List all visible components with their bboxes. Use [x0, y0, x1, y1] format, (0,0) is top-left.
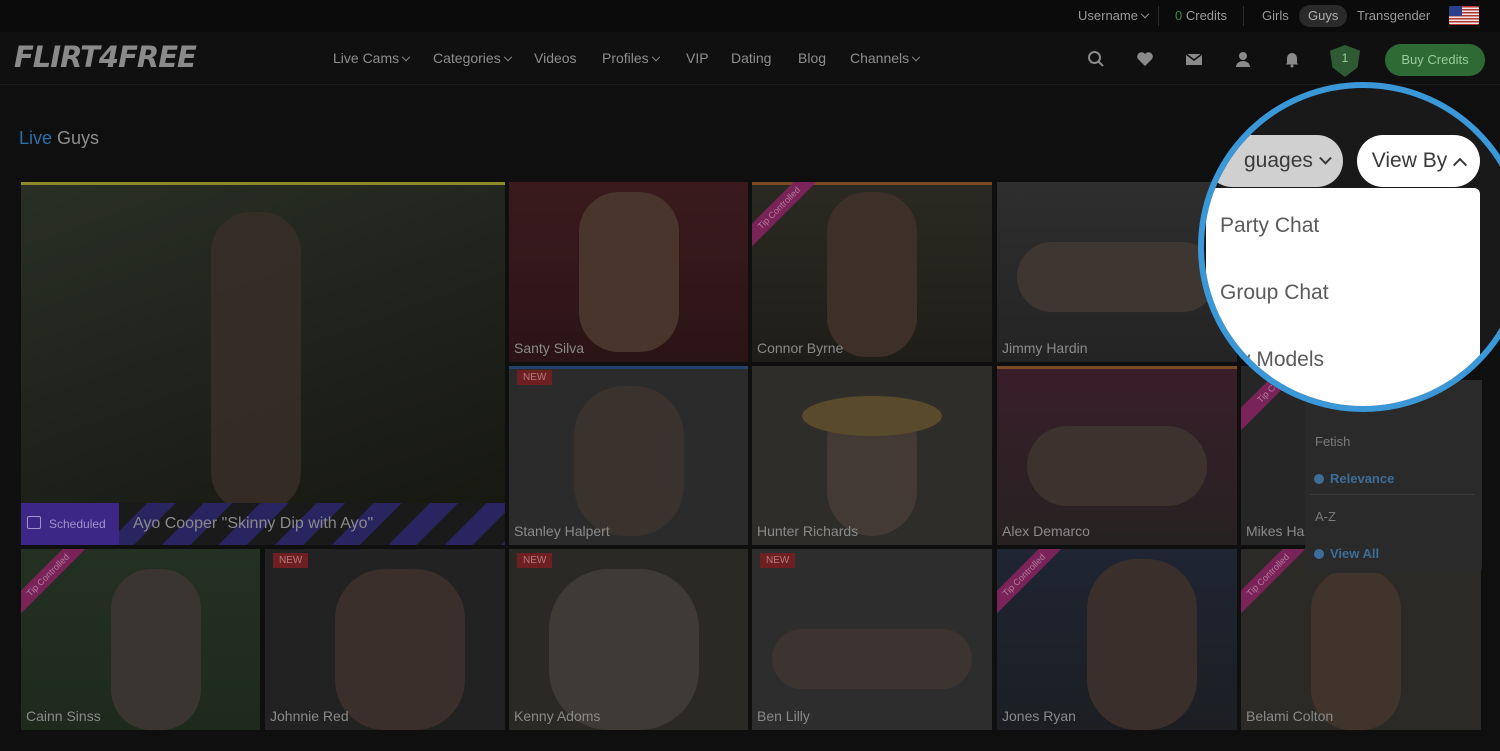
scheduled-badge: Scheduled [21, 503, 119, 545]
filter-girls[interactable]: Girls [1262, 0, 1289, 32]
level-shield-icon[interactable]: 1 [1330, 45, 1360, 77]
dropdown-view-all[interactable]: View All [1314, 546, 1379, 561]
chevron-down-icon [1140, 9, 1150, 19]
tip-controlled-ribbon: Tip Controlled [997, 549, 1069, 620]
chevron-down-icon [911, 52, 921, 62]
calendar-icon [27, 516, 41, 529]
model-name: Jones Ryan [1002, 708, 1076, 724]
nav-blog[interactable]: Blog [798, 32, 826, 84]
notification-count: 1 [1341, 51, 1349, 65]
model-name: Mikes Ha [1246, 523, 1305, 539]
model-tile[interactable]: Tip Controlled Cainn Sinss [21, 549, 260, 730]
menu-group-chat[interactable]: Group Chat [1220, 281, 1329, 305]
model-name: Connor Byrne [757, 340, 844, 356]
menu-party-chat[interactable]: Party Chat [1220, 214, 1319, 238]
tip-controlled-ribbon: Tip Controlled [752, 182, 824, 253]
nav-categories-label: Categories [433, 50, 501, 66]
main-nav: FLIRT4FREE Live Cams Categories Videos P… [0, 32, 1500, 85]
divider [1243, 6, 1244, 26]
top-bar: Username 0 Credits Girls Guys Transgende… [0, 0, 1500, 32]
heart-icon[interactable] [1136, 50, 1154, 68]
model-name: Alex Demarco [1002, 523, 1090, 539]
us-flag-icon[interactable] [1449, 6, 1479, 25]
page-title: Live Guys [19, 128, 99, 149]
model-name: Cainn Sinss [26, 708, 101, 724]
divider [1310, 494, 1475, 495]
model-tile[interactable]: Santy Silva [509, 182, 748, 362]
model-tile[interactable]: Tip Controlled Jones Ryan [997, 549, 1237, 730]
dropdown-relevance-label: Relevance [1330, 471, 1395, 486]
search-icon[interactable] [1087, 50, 1105, 68]
view-by-label: View By [1371, 149, 1448, 172]
nav-videos[interactable]: Videos [534, 32, 577, 84]
chevron-down-icon [401, 52, 411, 62]
scheduled-label: Scheduled [49, 517, 106, 531]
menu-models[interactable]: y Models [1240, 348, 1324, 372]
model-tile[interactable]: Tip Controlled Belami Colton [1241, 549, 1481, 730]
languages-button[interactable]: guages [1206, 135, 1343, 187]
dropdown-category-az: A-Z [1315, 509, 1336, 524]
filter-guys[interactable]: Guys [1299, 5, 1348, 27]
credits-count: 0 [1175, 8, 1183, 23]
new-badge: NEW [273, 553, 309, 568]
model-tile[interactable]: NEW Johnnie Red [265, 549, 505, 730]
model-tile[interactable]: NEW Stanley Halpert [509, 366, 748, 545]
view-by-button[interactable]: View By [1357, 135, 1480, 187]
nav-channels-label: Channels [850, 50, 910, 66]
new-badge: NEW [517, 553, 553, 568]
model-name: Belami Colton [1246, 708, 1334, 724]
model-name: Santy Silva [514, 340, 585, 356]
magnifier-callout: guages View By Party Chat Group Chat y M… [1198, 82, 1500, 412]
chevron-up-icon [1453, 157, 1468, 172]
dropdown-view-all-label: View All [1330, 546, 1380, 561]
model-tile[interactable]: Hunter Richards [752, 366, 992, 545]
filter-transgender[interactable]: Transgender [1357, 0, 1430, 32]
new-badge: NEW [517, 370, 553, 385]
username-label: Username [1078, 8, 1138, 23]
credits-link[interactable]: 0 Credits [1175, 0, 1227, 32]
model-tile[interactable]: Tip Controlled Connor Byrne [752, 182, 992, 362]
model-name: Stanley Halpert [514, 523, 610, 539]
featured-title-bar[interactable]: Ayo Cooper "Skinny Dip with Ayo" [119, 503, 505, 545]
languages-label: guages [1244, 149, 1313, 172]
nav-categories[interactable]: Categories [433, 32, 512, 84]
nav-dating[interactable]: Dating [731, 32, 771, 84]
chevron-down-icon [1319, 151, 1332, 165]
page-title-rest: Guys [57, 128, 100, 148]
nav-vip[interactable]: VIP [686, 32, 709, 84]
nav-profiles-label: Profiles [602, 50, 649, 66]
nav-channels[interactable]: Channels [850, 32, 921, 84]
username-menu[interactable]: Username [1078, 0, 1150, 32]
model-name: Kenny Adoms [514, 708, 601, 724]
site-logo[interactable]: FLIRT4FREE [14, 40, 197, 74]
credits-label: Credits [1185, 8, 1228, 23]
model-tile[interactable]: Alex Demarco [997, 366, 1237, 545]
plus-circle-icon [1314, 474, 1324, 484]
divider [1158, 6, 1159, 26]
featured-tile[interactable] [21, 182, 505, 545]
dropdown-relevance[interactable]: Relevance [1314, 471, 1394, 486]
plus-circle-icon [1314, 549, 1324, 559]
model-tile[interactable]: NEW Kenny Adoms [509, 549, 748, 730]
mail-icon[interactable] [1185, 50, 1203, 68]
buy-credits-button[interactable]: Buy Credits [1385, 44, 1485, 76]
nav-live-cams-label: Live Cams [333, 50, 400, 66]
new-badge: NEW [760, 553, 796, 568]
nav-profiles[interactable]: Profiles [602, 32, 660, 84]
model-name: Jimmy Hardin [1002, 340, 1088, 356]
tip-controlled-ribbon: Tip Controlled [21, 549, 93, 620]
user-icon[interactable] [1234, 50, 1252, 68]
featured-name: Ayo Cooper "Skinny Dip with Ayo" [133, 515, 374, 532]
page-title-accent: Live [19, 128, 53, 148]
dropdown-category-fetish: Fetish [1315, 434, 1351, 449]
model-name: Ben Lilly [757, 708, 810, 724]
bell-icon[interactable] [1283, 50, 1301, 68]
model-name: Johnnie Red [270, 708, 349, 724]
chevron-down-icon [503, 52, 512, 62]
chevron-down-icon [651, 52, 660, 62]
nav-live-cams[interactable]: Live Cams [333, 32, 411, 84]
model-tile[interactable]: NEW Ben Lilly [752, 549, 992, 730]
model-name: Hunter Richards [757, 523, 859, 539]
tip-controlled-ribbon: Tip Controlled [1241, 549, 1313, 620]
